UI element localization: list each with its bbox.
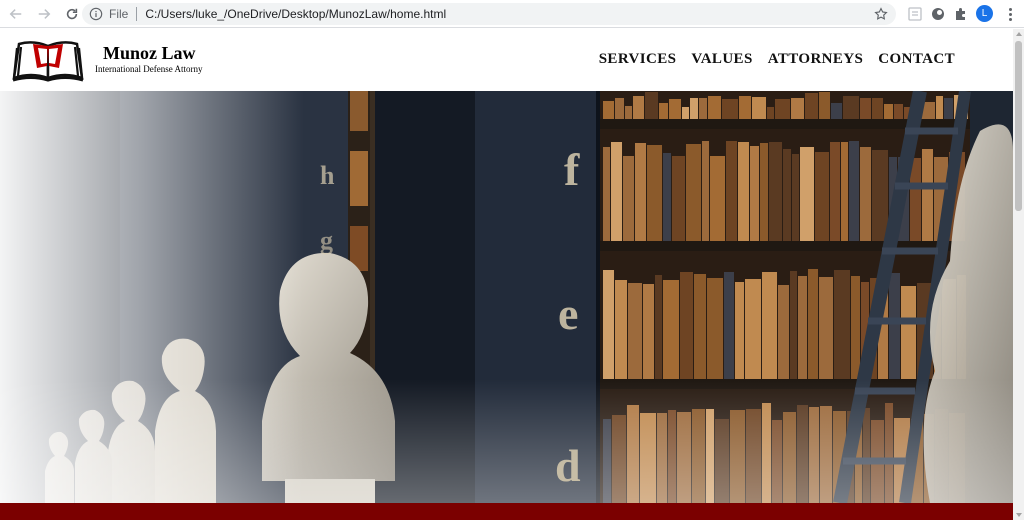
shelf-letter-e: e bbox=[558, 288, 579, 339]
omnibox-divider bbox=[136, 7, 138, 21]
arrow-right-icon bbox=[38, 8, 51, 19]
reload-icon bbox=[66, 8, 78, 19]
brand-name[interactable]: Munoz Law bbox=[103, 43, 196, 64]
address-bar[interactable]: File C:/Users/luke_/OneDrive/Desktop/Mun… bbox=[82, 3, 896, 25]
puzzle-extensions-icon[interactable] bbox=[953, 6, 969, 22]
site-header: Munoz Law International Defense Attorny … bbox=[0, 29, 1013, 91]
scrollbar-thumb[interactable] bbox=[1015, 41, 1022, 211]
circle-extension-icon[interactable] bbox=[930, 6, 946, 22]
main-nav: SERVICES VALUES ATTORNEYS CONTACT bbox=[599, 51, 955, 68]
url-scheme-label: File bbox=[109, 7, 129, 21]
nav-attorneys[interactable]: ATTORNEYS bbox=[768, 51, 864, 68]
url-text[interactable]: C:/Users/luke_/OneDrive/Desktop/MunozLaw… bbox=[145, 7, 446, 21]
page-viewport: Munoz Law International Defense Attorny … bbox=[0, 29, 1013, 520]
hero-library-image: f e d h g bbox=[0, 91, 1013, 503]
page-scrollbar[interactable] bbox=[1013, 29, 1024, 520]
info-icon[interactable] bbox=[89, 7, 103, 21]
nav-values[interactable]: VALUES bbox=[691, 51, 752, 68]
bookmark-star-icon[interactable] bbox=[874, 7, 888, 21]
scroll-down-icon[interactable] bbox=[1016, 513, 1022, 517]
brand-tagline: International Defense Attorny bbox=[95, 64, 203, 74]
reader-extension-icon[interactable] bbox=[907, 6, 923, 22]
scroll-up-icon[interactable] bbox=[1016, 32, 1022, 36]
profile-avatar[interactable]: L bbox=[976, 5, 993, 22]
shelf-letter-f: f bbox=[564, 144, 580, 195]
shelf-letter-h: h bbox=[320, 161, 335, 190]
nav-contact[interactable]: CONTACT bbox=[878, 51, 955, 68]
browser-menu-icon[interactable] bbox=[1004, 5, 1016, 23]
accent-band bbox=[0, 503, 1013, 520]
nav-services[interactable]: SERVICES bbox=[599, 51, 677, 68]
shelf-letter-g: g bbox=[320, 226, 333, 255]
forward-button[interactable] bbox=[32, 2, 56, 26]
open-book-logo-icon[interactable] bbox=[11, 38, 85, 82]
library-illustration bbox=[0, 91, 1013, 503]
back-button[interactable] bbox=[4, 2, 28, 26]
reload-button[interactable] bbox=[60, 2, 84, 26]
arrow-left-icon bbox=[9, 8, 22, 19]
shelf-letter-d: d bbox=[555, 440, 581, 491]
browser-toolbar: File C:/Users/luke_/OneDrive/Desktop/Mun… bbox=[0, 0, 1024, 28]
